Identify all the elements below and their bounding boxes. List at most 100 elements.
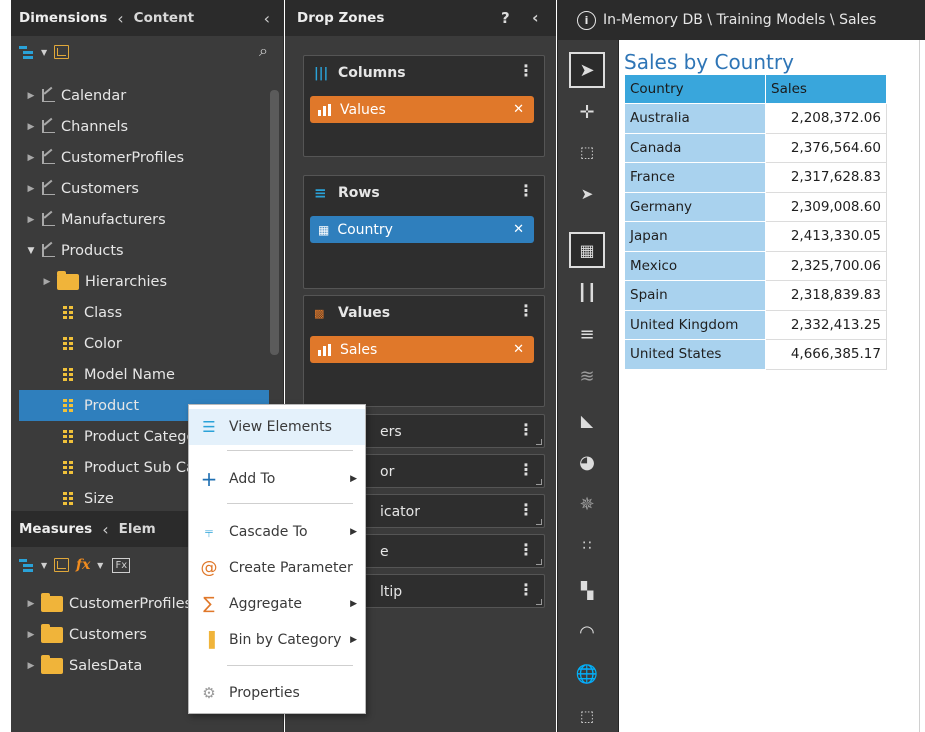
close-icon[interactable]: ✕ <box>513 342 524 357</box>
value-cell[interactable]: 2,376,564.60 <box>765 132 887 163</box>
more-vertical-icon[interactable]: ⋮ <box>518 183 534 199</box>
expand-arrow-icon[interactable]: ▶ <box>25 215 37 225</box>
dimension-add-icon[interactable] <box>50 42 72 62</box>
menu-item-view-elements[interactable]: ☰ View Elements <box>189 409 365 445</box>
custom-visual-icon[interactable]: ⬚ <box>569 698 605 732</box>
globe-map-icon[interactable]: 🌐 <box>569 656 605 692</box>
lasso-select-icon[interactable]: ⬚ <box>569 134 605 170</box>
more-vertical-icon[interactable]: ⋮ <box>518 542 534 558</box>
attribute-item-color[interactable]: Color <box>11 328 284 359</box>
gauge-icon[interactable]: ◠ <box>569 614 605 650</box>
tree-item-hierarchies[interactable]: ▶ Hierarchies <box>11 266 284 297</box>
tree-item-channels[interactable]: ▶ Channels <box>11 111 284 142</box>
expand-arrow-icon[interactable]: ▶ <box>25 153 37 163</box>
attribute-item-class[interactable]: Class <box>11 297 284 328</box>
menu-item-add-to[interactable]: + Add To ▶ <box>189 461 365 497</box>
value-cell[interactable]: 2,317,628.83 <box>765 162 887 193</box>
hierarchy-view-icon[interactable] <box>16 42 38 62</box>
expand-arrow-icon[interactable]: ▶ <box>25 184 37 194</box>
close-icon[interactable]: ✕ <box>513 222 524 237</box>
function-box-icon[interactable]: Fx <box>112 557 131 573</box>
menu-item-create-parameter[interactable]: @ Create Parameter <box>189 550 365 586</box>
value-cell[interactable]: 2,325,700.06 <box>765 250 887 281</box>
expand-arrow-icon[interactable]: ▶ <box>25 91 37 101</box>
tree-item-manufacturers[interactable]: ▶ Manufacturers <box>11 204 284 235</box>
formula-icon[interactable]: fx <box>72 555 94 575</box>
menu-item-cascade-to[interactable]: ⫧ Cascade To ▶ <box>189 514 365 550</box>
more-vertical-icon[interactable]: ⋮ <box>518 502 534 518</box>
area-chart-icon[interactable]: ◣ <box>569 402 605 438</box>
dimension-add-icon[interactable] <box>50 555 72 575</box>
collapse-arrow-icon[interactable]: ▼ <box>25 246 37 256</box>
more-vertical-icon[interactable]: ⋮ <box>518 303 534 319</box>
pie-chart-icon[interactable]: ◕ <box>569 444 605 480</box>
attribute-item-model-name[interactable]: Model Name <box>11 359 284 390</box>
values-drop-zone[interactable]: ▩ Values ⋮ Sales ✕ <box>303 295 545 407</box>
treemap-icon[interactable]: ▚ <box>569 572 605 608</box>
row-header-cell[interactable]: France <box>624 162 766 193</box>
collapse-chevron-icon[interactable]: ‹ <box>107 9 133 28</box>
tab-dimensions[interactable]: Dimensions <box>11 0 107 36</box>
row-header-cell[interactable]: Germany <box>624 191 766 222</box>
expand-arrow-icon[interactable]: ▶ <box>25 599 37 609</box>
columns-chip-values[interactable]: Values ✕ <box>310 96 534 123</box>
row-header-cell[interactable]: United States <box>624 339 766 370</box>
bar-chart-icon[interactable]: ┃┃ <box>569 274 605 310</box>
values-chip-sales[interactable]: Sales ✕ <box>310 336 534 363</box>
hierarchy-view-icon[interactable] <box>16 555 38 575</box>
expand-arrow-icon[interactable]: ▶ <box>25 661 37 671</box>
breadcrumb[interactable]: In-Memory DB \ Training Models \ Sales <box>603 12 876 28</box>
tab-elements[interactable]: Elem <box>119 511 156 547</box>
row-header-cell[interactable]: Australia <box>624 103 766 134</box>
row-header-cell[interactable]: Japan <box>624 221 766 252</box>
horizontal-bar-icon[interactable]: ≡ <box>569 316 605 352</box>
more-vertical-icon[interactable]: ⋮ <box>518 582 534 598</box>
collapse-chevron-icon[interactable]: ‹ <box>92 520 118 539</box>
grid-chart-icon[interactable]: ▦ <box>569 232 605 268</box>
radar-chart-icon[interactable]: ✵ <box>569 486 605 522</box>
value-cell[interactable]: 2,318,839.83 <box>765 280 887 311</box>
close-icon[interactable]: ✕ <box>513 102 524 117</box>
value-cell[interactable]: 2,413,330.05 <box>765 221 887 252</box>
columns-drop-zone[interactable]: ||| Columns ⋮ Values ✕ <box>303 55 545 157</box>
crosshair-select-icon[interactable]: ✛ <box>569 94 605 130</box>
more-vertical-icon[interactable]: ⋮ <box>518 63 534 79</box>
rows-drop-zone[interactable]: ≡ Rows ⋮ ▦ Country ✕ <box>303 175 545 289</box>
more-vertical-icon[interactable]: ⋮ <box>518 422 534 438</box>
tree-item-customerprofiles[interactable]: ▶ CustomerProfiles <box>11 142 284 173</box>
scatter-chart-icon[interactable]: ∷ <box>569 528 605 564</box>
expand-arrow-icon[interactable]: ▶ <box>25 630 37 640</box>
menu-item-aggregate[interactable]: ∑ Aggregate ▶ <box>189 586 365 622</box>
help-icon[interactable]: ? <box>501 9 510 27</box>
menu-item-properties[interactable]: ⚙ Properties <box>189 675 365 711</box>
expand-arrow-icon[interactable]: ▶ <box>25 122 37 132</box>
value-cell[interactable]: 2,309,008.60 <box>765 191 887 222</box>
tree-item-calendar[interactable]: ▶ Calendar <box>11 80 284 111</box>
row-header-cell[interactable]: Spain <box>624 280 766 311</box>
value-cell[interactable]: 4,666,385.17 <box>765 339 887 370</box>
tree-item-customers[interactable]: ▶ Customers <box>11 173 284 204</box>
tree-item-products[interactable]: ▼ Products <box>11 235 284 266</box>
tab-content[interactable]: Content <box>134 0 194 36</box>
value-cell[interactable]: 2,208,372.06 <box>765 103 887 134</box>
row-header-cell[interactable]: Canada <box>624 132 766 163</box>
row-header-cell[interactable]: United Kingdom <box>624 309 766 340</box>
more-vertical-icon[interactable]: ⋮ <box>518 462 534 478</box>
chevron-down-icon[interactable]: ▼ <box>97 561 103 570</box>
info-icon[interactable]: i <box>577 10 596 30</box>
tab-measures[interactable]: Measures <box>11 511 92 547</box>
pointer-select-icon[interactable]: ➤ <box>569 52 605 88</box>
chevron-down-icon[interactable]: ▼ <box>41 561 47 570</box>
collapse-chevron-icon[interactable]: ‹ <box>532 8 539 27</box>
column-header-sales[interactable]: Sales <box>765 74 887 104</box>
collapse-chevron-icon[interactable]: ‹ <box>254 9 284 28</box>
menu-item-bin-by-category[interactable]: ▐ Bin by Category ▶ <box>189 622 365 658</box>
drill-pointer-icon[interactable]: ➤ <box>569 176 605 212</box>
value-cell[interactable]: 2,332,413.25 <box>765 309 887 340</box>
chevron-down-icon[interactable]: ▼ <box>41 48 47 57</box>
line-chart-icon[interactable]: ≋ <box>569 358 605 394</box>
row-header-cell[interactable]: Mexico <box>624 250 766 281</box>
rows-chip-country[interactable]: ▦ Country ✕ <box>310 216 534 243</box>
column-header-country[interactable]: Country <box>624 74 766 104</box>
expand-arrow-icon[interactable]: ▶ <box>41 277 53 287</box>
